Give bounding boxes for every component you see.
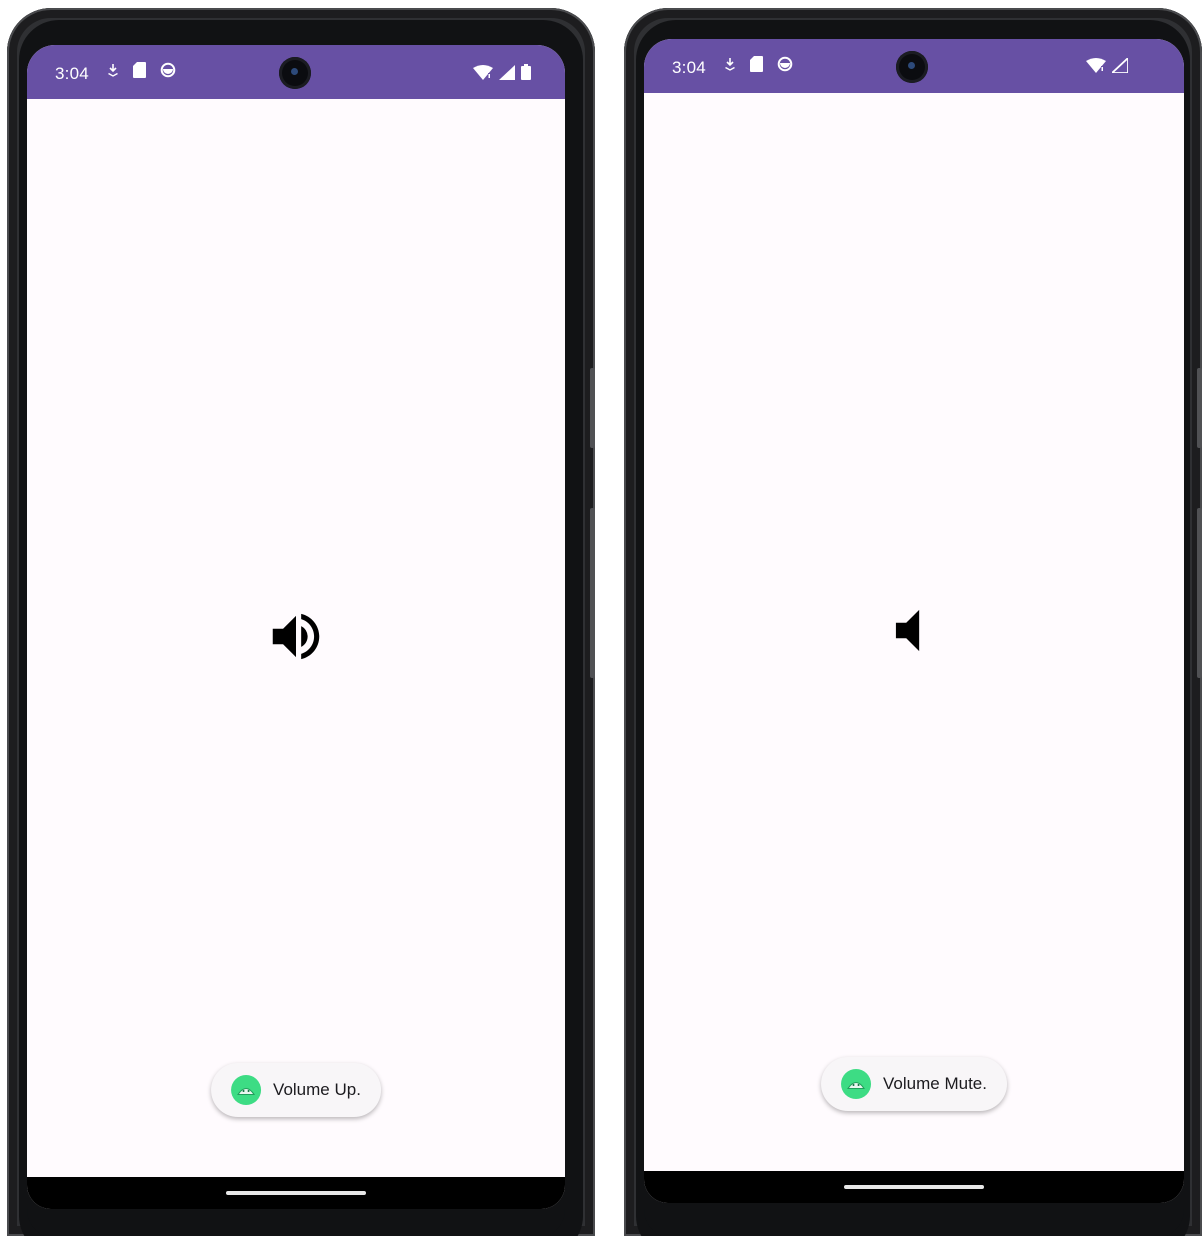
home-gesture-handle[interactable] <box>226 1191 366 1195</box>
cell-signal-icon <box>1109 55 1129 78</box>
toast-message: Volume Up. <box>211 1063 381 1117</box>
power-side-button <box>1197 508 1202 678</box>
phone-chin <box>27 1209 565 1236</box>
wifi-icon <box>1086 58 1106 78</box>
data-saver-icon <box>777 56 793 77</box>
cell-signal-icon <box>499 64 515 85</box>
navigation-bar <box>27 1177 565 1209</box>
phone-screen: 3:04 <box>644 39 1184 1203</box>
data-saver-icon <box>160 62 176 83</box>
toast-text: Volume Up. <box>273 1080 361 1099</box>
sd-card-icon <box>133 62 146 83</box>
status-time: 3:04 <box>672 58 706 77</box>
front-camera <box>279 57 311 89</box>
android-icon <box>231 1075 262 1105</box>
front-camera <box>896 51 928 83</box>
phone-frame-right: 3:04 Volume Mute. <box>624 8 1202 1236</box>
android-icon <box>841 1069 872 1099</box>
battery-icon <box>521 64 531 85</box>
phone-frame-left: 3:04 Volume Up. <box>7 8 595 1236</box>
app-content: Volume Mute. <box>644 93 1184 1173</box>
wifi-icon <box>473 64 493 85</box>
download-icon <box>724 57 736 76</box>
phone-screen: 3:04 <box>27 45 565 1209</box>
volume-side-button <box>590 368 595 448</box>
phone-chin <box>644 1209 1184 1236</box>
toast-message: Volume Mute. <box>821 1057 1007 1111</box>
home-gesture-handle[interactable] <box>844 1185 984 1189</box>
volume-side-button <box>1197 368 1202 448</box>
status-bar: 3:04 <box>27 45 565 99</box>
volume-up-icon[interactable] <box>265 606 327 673</box>
download-icon <box>107 63 119 82</box>
app-content: Volume Up. <box>27 99 565 1179</box>
status-time: 3:04 <box>55 64 89 83</box>
toast-text: Volume Mute. <box>883 1074 987 1093</box>
navigation-bar <box>644 1171 1184 1203</box>
power-side-button <box>590 508 595 678</box>
volume-mute-icon[interactable] <box>883 600 945 667</box>
sd-card-icon <box>750 56 763 77</box>
status-bar: 3:04 <box>644 39 1184 93</box>
